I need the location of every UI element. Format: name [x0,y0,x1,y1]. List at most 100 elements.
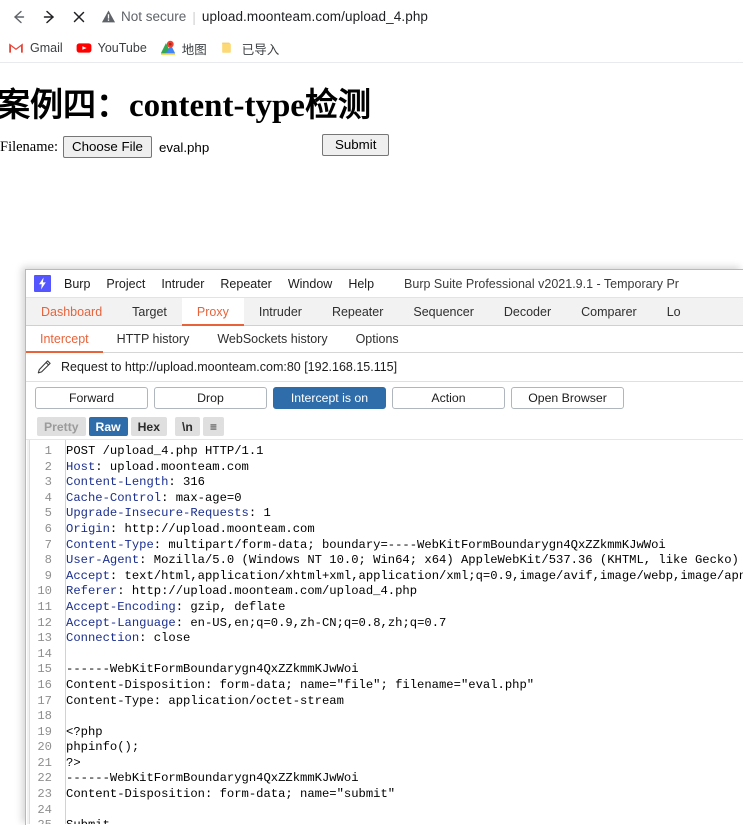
line-text: Upgrade-Insecure-Requests: 1 [66,506,271,521]
tab-target[interactable]: Target [117,298,182,325]
header-key: Accept-Language [66,615,176,630]
line-text: POST /upload_4.php HTTP/1.1 [66,444,264,458]
line-text: <?php [66,724,103,739]
tab-sequencer[interactable]: Sequencer [398,298,488,325]
view-tab-hex[interactable]: Hex [130,417,167,436]
selected-file-name: eval.php [158,139,210,155]
bookmark-gmail[interactable]: Gmail [6,36,70,60]
tab-dashboard[interactable]: Dashboard [26,298,117,325]
line-number: 6 [44,521,52,536]
menu-project[interactable]: Project [106,277,145,291]
tab-proxy[interactable]: Proxy [181,298,244,326]
request-line: 19 <?php [26,725,743,741]
action-button[interactable]: Action [392,387,505,409]
line-text: ------WebKitFormBoundarygn4QxZZkmmKJwWoi [66,771,359,786]
choose-file-button[interactable]: Choose File [63,136,152,158]
request-raw-text[interactable]: 1 POST /upload_4.php HTTP/1.1 2 Host: uploa… [26,444,743,824]
line-number: 12 [37,615,52,630]
header-key: Cache-Control [66,490,162,505]
menu-help[interactable]: Help [348,277,374,291]
line-number: 23 [37,787,52,802]
subtab-options[interactable]: Options [342,326,413,352]
request-line: 10 Referer: http://upload.moonteam.com/up… [26,584,743,600]
screen: Not secure | upload.moonteam.com/upload_… [0,0,743,825]
view-tab-newline[interactable]: \n [174,417,200,436]
menu-burp[interactable]: Burp [64,277,90,291]
request-editor[interactable]: 1 POST /upload_4.php HTTP/1.1 2 Host: uploa… [26,440,743,824]
request-target-text: Request to http://upload.moonteam.com:80… [61,360,398,374]
request-line: 17 Content-Type: application/octet-stream [26,694,743,710]
line-number: 10 [37,584,52,599]
line-text: User-Agent: Mozilla/5.0 (Windows NT 10.0… [66,553,739,568]
back-icon[interactable] [4,2,34,32]
line-text: Accept-Encoding: gzip, deflate [66,599,286,614]
forward-icon[interactable] [34,2,64,32]
tab-repeater[interactable]: Repeater [317,298,398,325]
line-number: 22 [37,771,52,786]
request-line: 8 User-Agent: Mozilla/5.0 (Windows NT 10.… [26,553,743,569]
line-text: Accept-Language: en-US,en;q=0.9,zh-CN;q=… [66,615,447,630]
request-line: 20 phpinfo(); [26,740,743,756]
request-line: 18 [26,709,743,725]
line-text: ------WebKitFormBoundarygn4QxZZkmmKJwWoi [66,662,359,677]
gmail-icon [8,40,24,56]
line-text: Submit [58,818,110,824]
line-number: 21 [37,755,52,770]
intercept-toggle-button[interactable]: Intercept is on [273,387,386,409]
request-line: 21 ?> [26,756,743,772]
page-content: 案例四：content-type检测 Filename: Choose File… [0,64,743,264]
request-line: 3 Content-Length: 316 [26,475,743,491]
bookmarks-bar: Gmail YouTube 地图 已导入 [0,33,743,63]
bookmark-label: YouTube [97,41,147,55]
drop-button[interactable]: Drop [154,387,267,409]
header-key: Connection [66,631,140,646]
view-tab-pretty[interactable]: Pretty [37,417,86,436]
menu-window[interactable]: Window [288,277,332,291]
request-line: 25Submit [26,818,743,824]
header-key: User-Agent [66,553,140,568]
line-number: 13 [37,631,52,646]
forward-button[interactable]: Forward [35,387,148,409]
warning-triangle-icon [101,9,116,24]
header-key: Origin [66,521,110,536]
bookmark-youtube[interactable]: YouTube [74,36,154,60]
view-menu-icon[interactable]: ≡ [202,417,224,436]
request-line: 14 [26,647,743,663]
stop-loading-icon[interactable] [64,2,94,32]
burp-window-title: Burp Suite Professional v2021.9.1 - Temp… [404,276,679,291]
intercept-action-bar: Forward Drop Intercept is on Action Open… [26,382,743,414]
line-text: Connection: close [66,631,191,646]
line-text: Content-Length: 316 [66,475,205,490]
menu-intruder[interactable]: Intruder [161,277,204,291]
tab-logger[interactable]: Lo [652,298,696,325]
line-text: Content-Disposition: form-data; name="su… [66,787,396,802]
tab-comparer[interactable]: Comparer [566,298,652,325]
address-bar[interactable]: Not secure | upload.moonteam.com/upload_… [101,3,743,30]
line-number: 19 [37,724,52,739]
bookmark-label: Gmail [30,41,63,55]
submit-button[interactable]: Submit [322,134,390,156]
line-number: 5 [44,506,52,521]
burp-menu-bar: Burp Project Intruder Repeater Window He… [26,270,743,298]
bookmark-maps[interactable]: 地图 [158,36,214,60]
url-text[interactable]: upload.moonteam.com/upload_4.php [202,9,428,24]
bookmark-imported-folder[interactable]: 已导入 [218,36,287,60]
request-line: 6 Origin: http://upload.moonteam.com [26,522,743,538]
line-text: Origin: http://upload.moonteam.com [66,521,315,536]
line-text: Content-Disposition: form-data; name="fi… [66,677,535,692]
line-number: 20 [37,740,52,755]
maps-icon [160,40,176,56]
filename-label: Filename: [0,138,58,155]
subtab-websockets-history[interactable]: WebSockets history [203,326,341,352]
menu-repeater[interactable]: Repeater [220,277,271,291]
tab-intruder[interactable]: Intruder [244,298,317,325]
line-number: 11 [37,599,52,614]
subtab-http-history[interactable]: HTTP history [103,326,204,352]
line-number: 17 [37,693,52,708]
subtab-intercept[interactable]: Intercept [26,326,103,353]
header-key: Accept-Encoding [66,599,176,614]
tab-decoder[interactable]: Decoder [489,298,566,325]
open-browser-button[interactable]: Open Browser [511,387,624,409]
upload-form: Filename: Choose File eval.php [0,136,209,158]
view-tab-raw[interactable]: Raw [88,417,128,436]
